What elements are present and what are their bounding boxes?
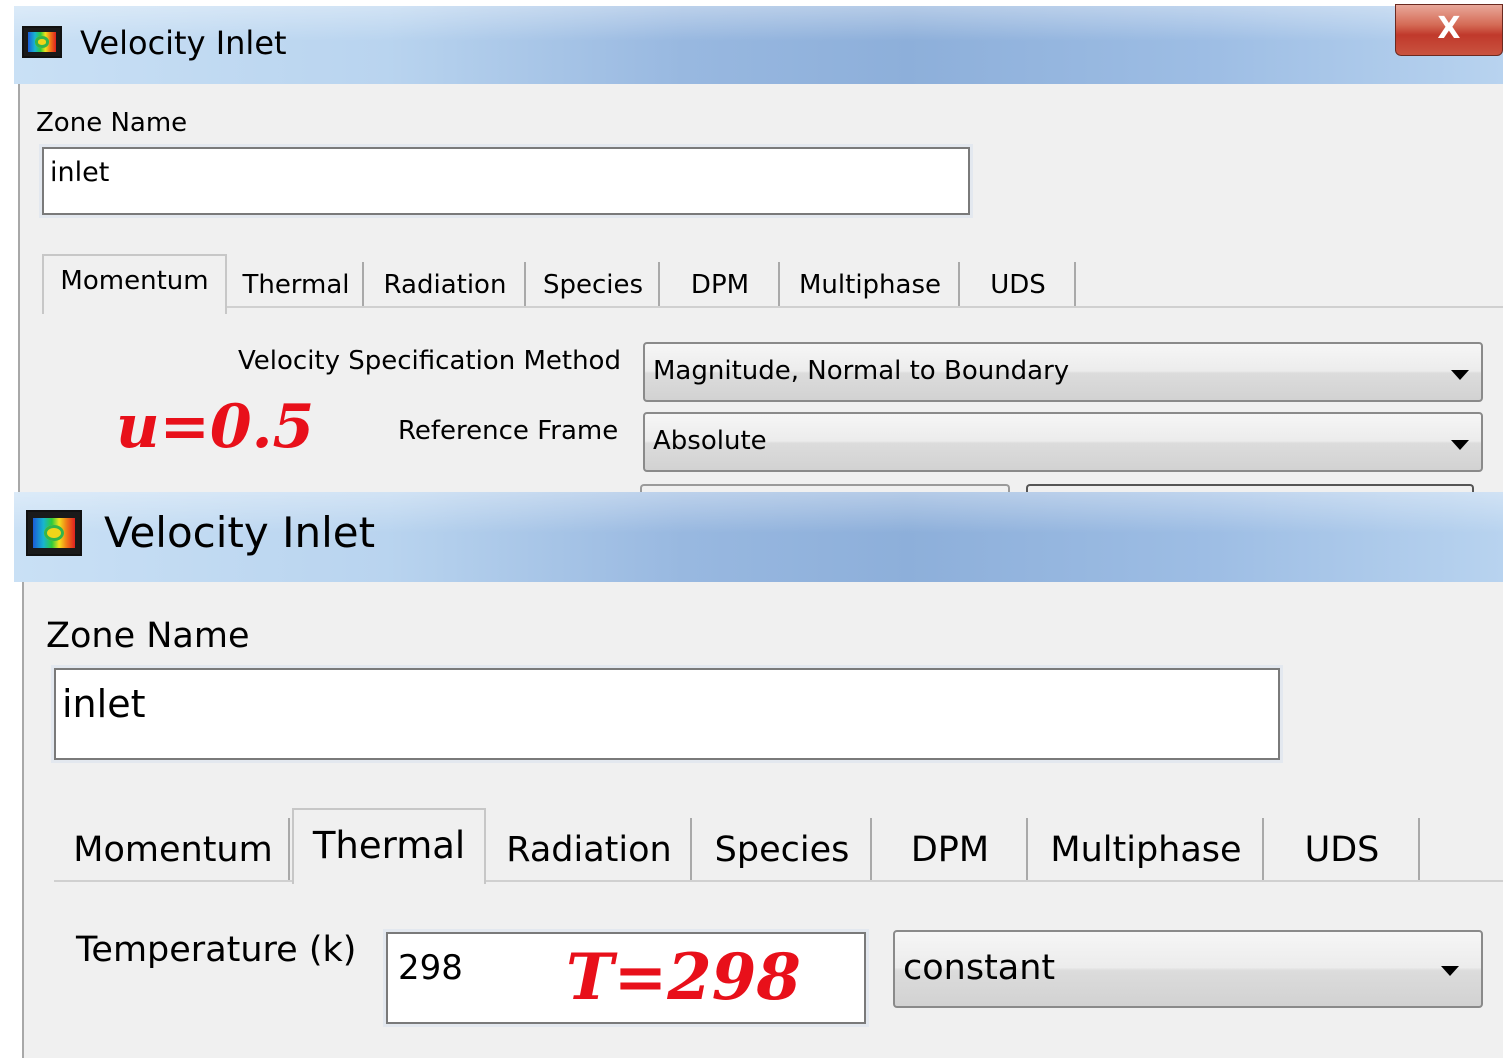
dropdown-arrow-icon (1451, 440, 1469, 450)
tab-momentum[interactable]: Momentum (58, 818, 290, 880)
velocity-spec-value: Magnitude, Normal to Boundary (653, 356, 1070, 386)
reference-frame-value: Absolute (653, 426, 767, 456)
temperature-method-value: constant (903, 948, 1056, 988)
tab-strip-line (54, 880, 1503, 882)
velocity-spec-label: Velocity Specification Method (238, 346, 621, 376)
temperature-value: 298 (398, 948, 463, 988)
cutoff-dropdown (1026, 484, 1474, 492)
tab-thermal[interactable]: Thermal (230, 262, 364, 306)
close-button[interactable]: X (1395, 4, 1503, 56)
temperature-label: Temperature (k) (76, 930, 357, 970)
dropdown-arrow-icon (1441, 966, 1459, 976)
zone-name-label: Zone Name (46, 616, 250, 656)
velocity-annotation: u=0.5 (116, 392, 315, 462)
cutoff-field (640, 484, 1010, 492)
tab-momentum[interactable]: Momentum (42, 254, 227, 314)
tab-species[interactable]: Species (694, 818, 872, 880)
bottom-titlebar[interactable]: Velocity Inlet (14, 492, 1503, 582)
temperature-method-dropdown[interactable]: constant (893, 930, 1483, 1008)
velocity-spec-dropdown[interactable]: Magnitude, Normal to Boundary (643, 342, 1483, 402)
tab-multiphase[interactable]: Multiphase (782, 262, 960, 306)
tab-species[interactable]: Species (528, 262, 660, 306)
zone-name-value: inlet (62, 682, 146, 726)
tab-uds[interactable]: UDS (1266, 818, 1420, 880)
zone-name-label: Zone Name (36, 108, 188, 138)
tab-radiation[interactable]: Radiation (366, 262, 526, 306)
window-title: Velocity Inlet (104, 508, 376, 557)
tab-dpm[interactable]: DPM (874, 818, 1028, 880)
app-icon (26, 510, 82, 556)
temperature-annotation: T=298 (566, 940, 801, 1015)
dropdown-arrow-icon (1451, 370, 1469, 380)
tab-uds[interactable]: UDS (962, 262, 1076, 306)
close-icon: X (1437, 11, 1461, 46)
tab-dpm[interactable]: DPM (662, 262, 780, 306)
reference-frame-label: Reference Frame (398, 416, 619, 446)
reference-frame-dropdown[interactable]: Absolute (643, 412, 1483, 472)
zone-name-input[interactable]: inlet (42, 147, 970, 215)
window-title: Velocity Inlet (80, 24, 287, 62)
app-icon (22, 26, 62, 58)
top-titlebar[interactable]: Velocity Inlet (14, 6, 1503, 84)
tab-radiation[interactable]: Radiation (488, 818, 692, 880)
tab-thermal[interactable]: Thermal (292, 808, 486, 884)
zone-name-value: inlet (50, 157, 110, 188)
tab-strip-line (225, 306, 1503, 308)
zone-name-input[interactable]: inlet (54, 668, 1280, 760)
tab-multiphase[interactable]: Multiphase (1030, 818, 1264, 880)
